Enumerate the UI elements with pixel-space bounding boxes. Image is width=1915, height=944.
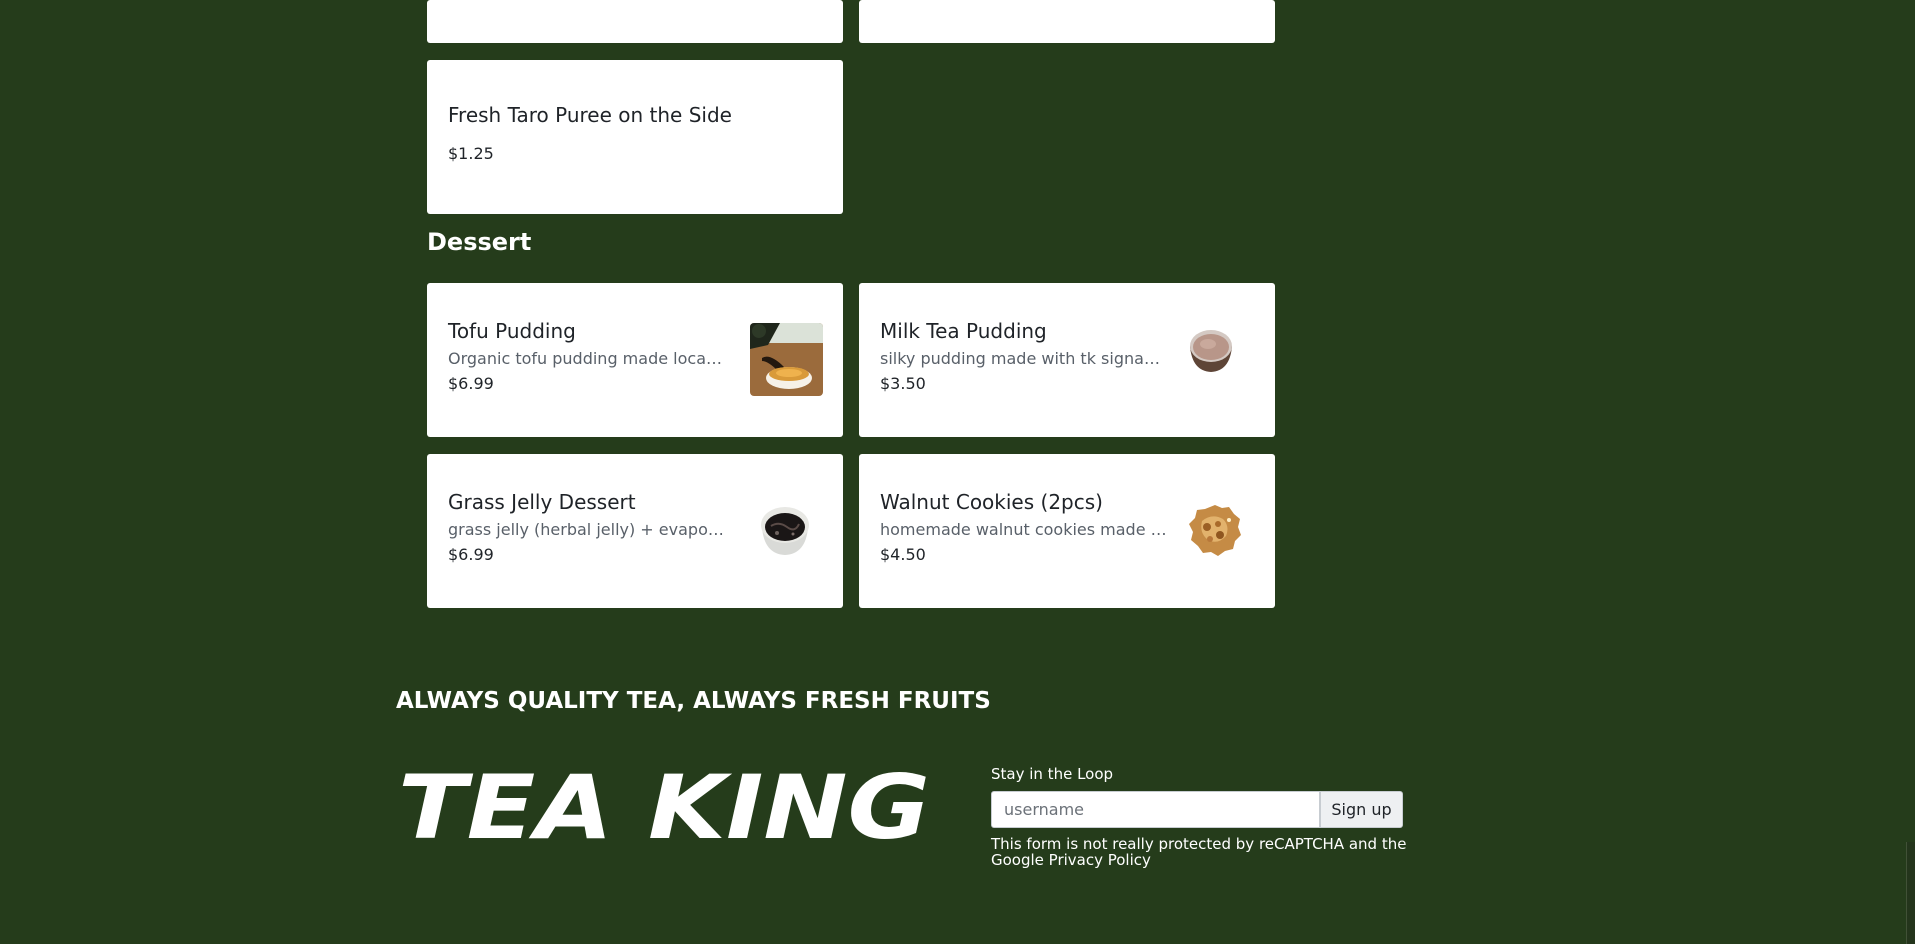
footer-tagline: ALWAYS QUALITY TEA, ALWAYS FRESH FRUITS <box>396 688 991 714</box>
newsletter-username-input[interactable] <box>991 791 1320 828</box>
item-name: Grass Jelly Dessert <box>448 490 636 514</box>
item-name: Milk Tea Pudding <box>880 319 1047 343</box>
item-description: grass jelly (herbal jelly) + evaporate..… <box>448 520 730 539</box>
menu-card-grass-jelly-dessert[interactable]: Grass Jelly Dessert grass jelly (herbal … <box>427 454 843 608</box>
item-name: Walnut Cookies (2pcs) <box>880 490 1103 514</box>
newsletter-label: Stay in the Loop <box>991 765 1114 783</box>
grass-jelly-dessert-image <box>757 502 813 558</box>
tofu-pudding-image <box>750 323 823 396</box>
item-price: $4.50 <box>880 545 926 564</box>
milk-tea-pudding-image <box>1186 326 1236 376</box>
item-price: $3.50 <box>880 374 926 393</box>
item-description: homemade walnut cookies made fro... <box>880 520 1168 539</box>
menu-card-tofu-pudding[interactable]: Tofu Pudding Organic tofu pudding made l… <box>427 283 843 437</box>
menu-card-walnut-cookies[interactable]: Walnut Cookies (2pcs) homemade walnut co… <box>859 454 1275 608</box>
menu-card-milk-tea-pudding[interactable]: Milk Tea Pudding silky pudding made with… <box>859 283 1275 437</box>
walnut-cookies-image <box>1187 502 1243 558</box>
menu-card-taro-puree[interactable]: Fresh Taro Puree on the Side $1.25 <box>427 60 843 214</box>
section-title-dessert: Dessert <box>427 228 532 256</box>
recaptcha-note: This form is not really protected by reC… <box>991 835 1407 869</box>
item-name: Fresh Taro Puree on the Side <box>448 103 732 127</box>
brand-logo-text: TEA KING <box>398 758 930 850</box>
scrollbar-track[interactable] <box>1906 842 1915 944</box>
item-price: $1.25 <box>448 144 494 163</box>
brand-logo[interactable]: TEA KING <box>396 756 934 859</box>
item-name: Tofu Pudding <box>448 319 576 343</box>
menu-card[interactable] <box>427 0 843 43</box>
item-price: $6.99 <box>448 545 494 564</box>
item-price: $6.99 <box>448 374 494 393</box>
item-description: silky pudding made with tk signatur... <box>880 349 1162 368</box>
menu-card[interactable] <box>859 0 1275 43</box>
sign-up-button[interactable]: Sign up <box>1320 791 1403 828</box>
item-description: Organic tofu pudding made locally. <box>448 349 726 368</box>
